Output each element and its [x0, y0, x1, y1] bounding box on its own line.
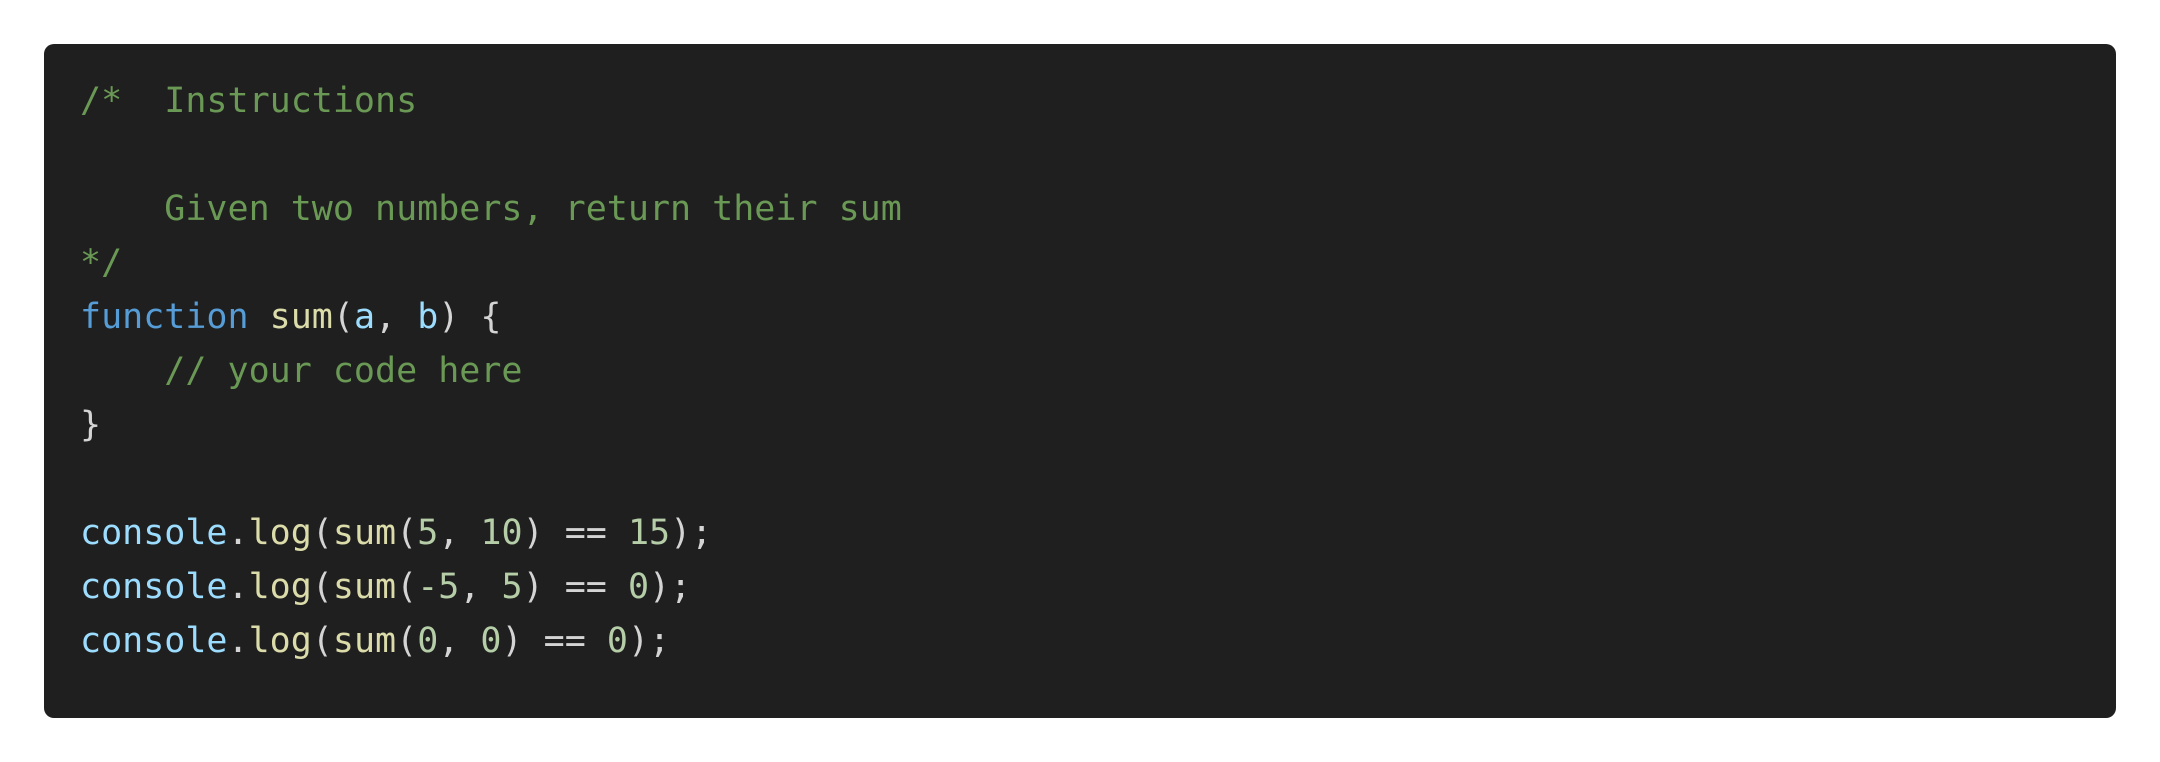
keyword-function: function [80, 297, 249, 337]
code-line-test-1: console.log(sum(5, 10) == 15); [80, 506, 2080, 560]
function-call-sum: sum [332, 567, 397, 607]
code-line-function-declaration: function sum(a, b) { [80, 290, 2080, 344]
punctuation: , [459, 567, 502, 607]
punctuation: , [438, 621, 481, 661]
code-line-test-3: console.log(sum(0, 0) == 0); [80, 614, 2080, 668]
code-line-comment-end: */ [80, 243, 123, 283]
log-method: log [248, 513, 312, 553]
function-name: sum [269, 297, 333, 337]
param-b: b [417, 297, 439, 337]
log-method: log [248, 621, 312, 661]
code-line-closing-brace: } [80, 405, 102, 445]
punctuation: . [227, 513, 249, 553]
log-method: log [248, 567, 312, 607]
console-object: console [80, 567, 228, 607]
console-object: console [80, 621, 228, 661]
number-literal: 5 [417, 513, 439, 553]
function-call-sum: sum [332, 513, 397, 553]
punctuation: ) == [522, 513, 628, 553]
code-line-instruction: Given two numbers, return their sum [80, 189, 902, 229]
punctuation: ( [396, 621, 418, 661]
number-literal: 0 [606, 621, 628, 661]
punctuation: ); [670, 513, 713, 553]
number-literal: 5 [501, 567, 523, 607]
punctuation: ( [311, 567, 333, 607]
punctuation: ( [311, 513, 333, 553]
console-object: console [80, 513, 228, 553]
number-literal: 0 [480, 621, 502, 661]
punctuation: ) { [438, 297, 502, 337]
code-line-placeholder-comment: // your code here [80, 351, 523, 391]
punctuation: , [375, 297, 418, 337]
punctuation: ( [311, 621, 333, 661]
number-literal: 15 [627, 513, 671, 553]
punctuation: ( [396, 567, 418, 607]
code-line-comment-start: /* Instructions [80, 81, 418, 121]
punctuation: ) == [522, 567, 628, 607]
code-content: /* Instructions Given two numbers, retur… [80, 74, 2080, 668]
param-a: a [353, 297, 376, 337]
number-literal: 0 [417, 621, 439, 661]
code-line-test-2: console.log(sum(-5, 5) == 0); [80, 560, 2080, 614]
punctuation: ); [627, 621, 671, 661]
number-literal: 0 [627, 567, 650, 607]
code-block: /* Instructions Given two numbers, retur… [44, 44, 2116, 718]
punctuation: ) == [501, 621, 607, 661]
punctuation: , [438, 513, 481, 553]
function-call-sum: sum [332, 621, 397, 661]
number-literal: -5 [417, 567, 460, 607]
punctuation: . [227, 621, 249, 661]
punctuation: ( [396, 513, 418, 553]
number-literal: 10 [480, 513, 523, 553]
punctuation: ); [649, 567, 692, 607]
punctuation: ( [332, 297, 354, 337]
punctuation: . [227, 567, 249, 607]
